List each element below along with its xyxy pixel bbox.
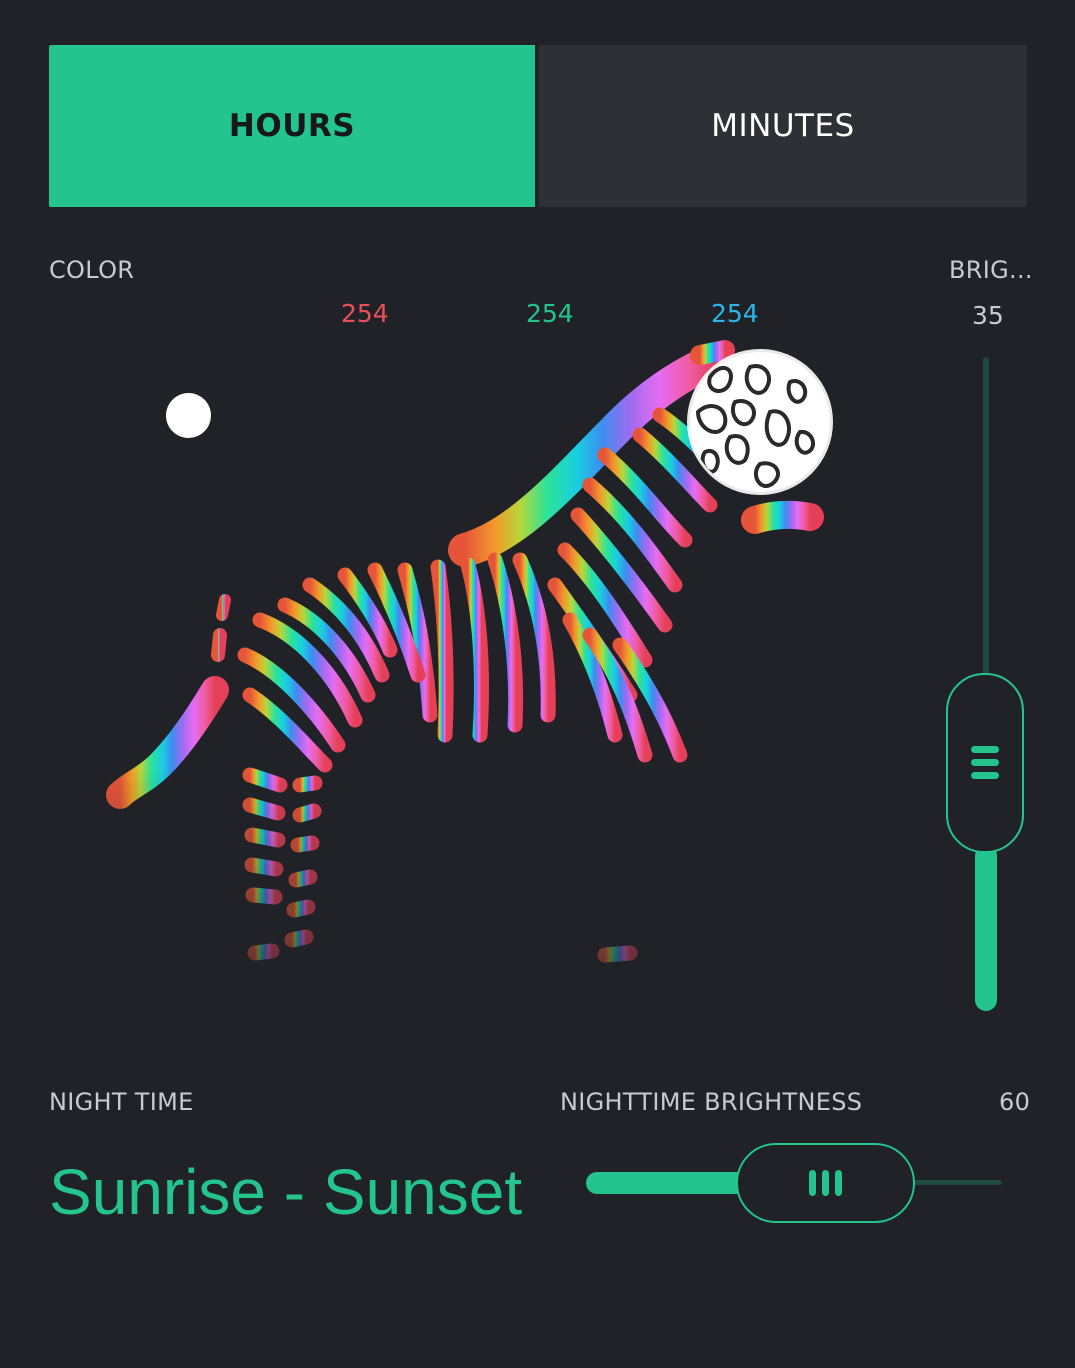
nighttime-brightness-fill [586,1172,756,1194]
brightness-slider-track[interactable] [983,357,989,687]
nighttime-brightness-track[interactable] [910,1180,1002,1185]
app-screen: HOURS MINUTES COLOR BRIG... 254 254 254 … [0,0,1075,1368]
night-time-label: NIGHT TIME [49,1088,194,1116]
tab-hours[interactable]: HOURS [49,45,535,207]
red-value: 254 [341,299,389,328]
tab-hours-label: HOURS [228,108,356,144]
nighttime-brightness-label: NIGHTTIME BRIGHTNESS [560,1088,863,1116]
brightness-slider-handle[interactable] [946,673,1024,853]
blue-value: 254 [711,299,759,328]
brightness-slider-fill [975,845,997,1011]
color-picker-handle[interactable] [166,393,211,438]
brightness-label: BRIG... [949,256,1033,284]
green-value: 254 [526,299,574,328]
nighttime-brightness-handle[interactable] [736,1143,915,1223]
color-label: COLOR [49,256,135,284]
color-magnifier [690,352,830,492]
tab-minutes-label: MINUTES [711,108,855,144]
tab-minutes[interactable]: MINUTES [539,45,1027,207]
brightness-value: 35 [972,301,1004,330]
nighttime-brightness-value: 60 [999,1088,1031,1116]
night-time-value[interactable]: Sunrise - Sunset [49,1155,522,1229]
